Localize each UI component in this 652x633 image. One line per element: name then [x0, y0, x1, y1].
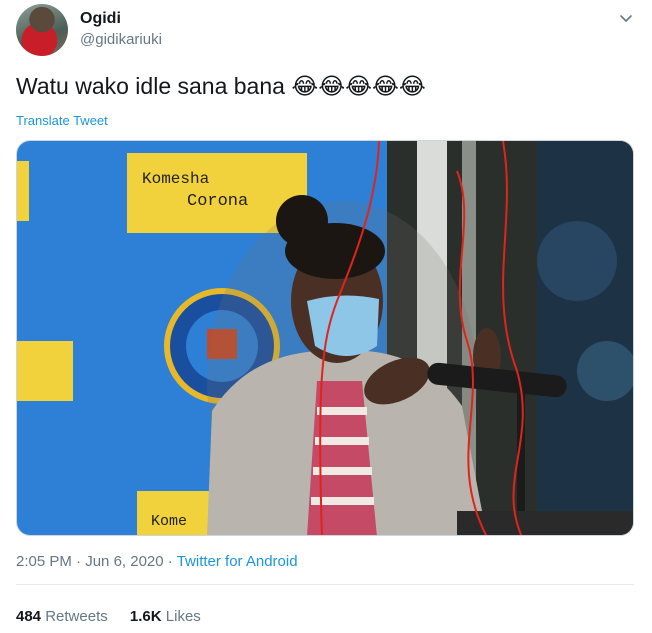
author-handle[interactable]: @gidikariuki: [80, 31, 162, 48]
banner-text-komesha: Komesha: [142, 170, 210, 188]
avatar[interactable]: [16, 4, 68, 56]
likes-label: Likes: [165, 608, 201, 625]
author-name[interactable]: Ogidi: [80, 10, 121, 28]
chevron-down-icon[interactable]: [618, 10, 634, 26]
tweet-time[interactable]: 2:05 PM: [16, 553, 72, 570]
meta-separator-2: ·: [163, 553, 177, 570]
tweet-text: Watu wako idle sana bana 😂😂😂😂😂: [16, 73, 426, 99]
face-mask: [307, 295, 379, 356]
translate-tweet-link[interactable]: Translate Tweet: [16, 113, 108, 128]
tweet-timestamp: 2:05 PM · Jun 6, 2020 · Twitter for Andr…: [16, 553, 298, 570]
tweet-date[interactable]: Jun 6, 2020: [85, 553, 163, 570]
divider: [16, 584, 634, 585]
tweet-media-image[interactable]: Komesha Corona Kome: [16, 140, 634, 536]
meta-separator: ·: [71, 553, 86, 570]
tweet-card: Ogidi @gidikariuki Watu wako idle sana b…: [0, 0, 652, 633]
banner-text-kome: Kome: [151, 513, 187, 530]
tweet-stats: 484 Retweets 1.6K Likes: [16, 608, 219, 625]
retweets-count: 484: [16, 608, 42, 625]
media-photo: Komesha Corona Kome: [17, 141, 633, 535]
tweet-source-link[interactable]: Twitter for Android: [177, 553, 298, 570]
retweets-stat[interactable]: 484 Retweets: [16, 608, 112, 625]
banner-text-corona: Corona: [187, 192, 248, 211]
likes-stat[interactable]: 1.6K Likes: [130, 608, 201, 625]
retweets-label: Retweets: [45, 608, 108, 625]
likes-count: 1.6K: [129, 608, 162, 625]
